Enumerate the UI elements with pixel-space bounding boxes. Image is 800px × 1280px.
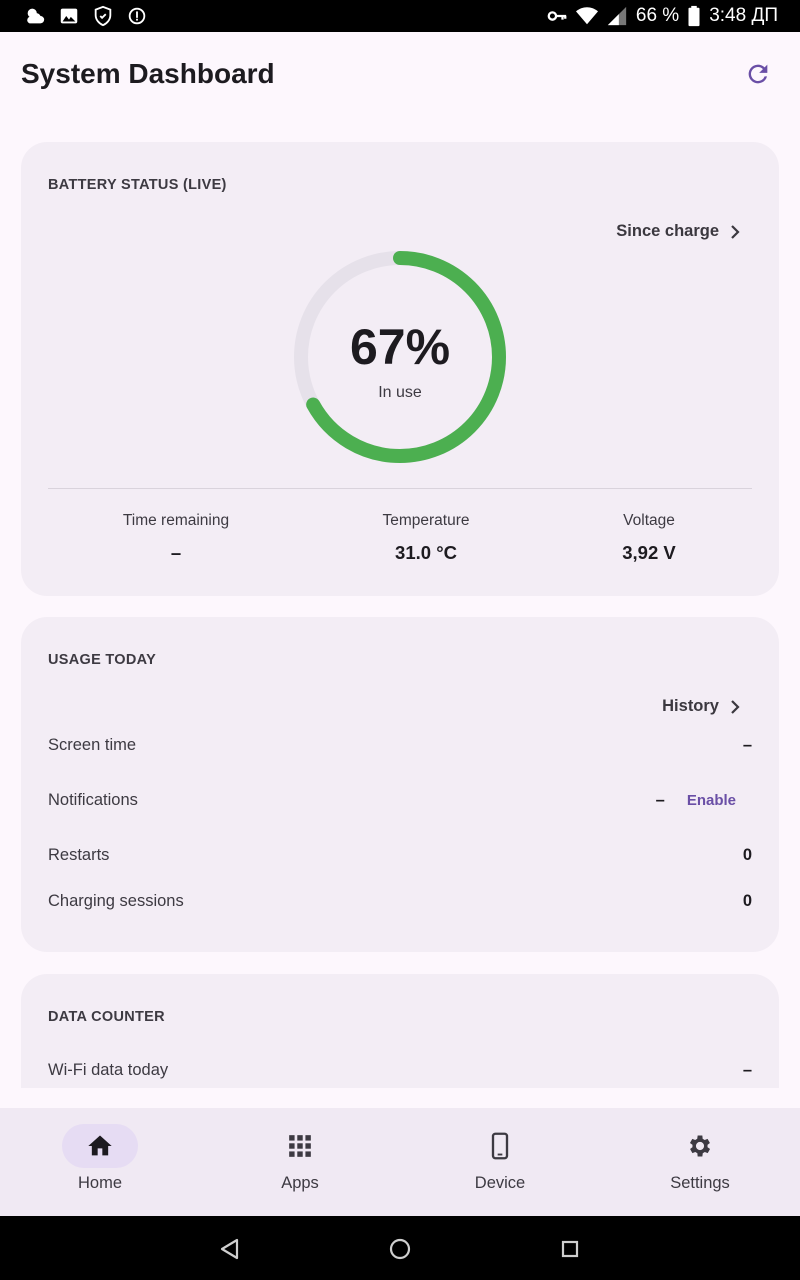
system-navigation-bar	[0, 1216, 800, 1280]
recents-button[interactable]	[555, 1234, 585, 1264]
app-bar: System Dashboard	[0, 32, 800, 116]
usage-today-card: USAGE TODAY History Screen time – Notifi…	[21, 617, 779, 952]
stat-voltage: Voltage 3,92 V	[539, 512, 759, 564]
gear-icon	[689, 1135, 711, 1157]
history-link[interactable]: History	[662, 697, 743, 716]
signal-icon	[606, 5, 628, 27]
row-label: Restarts	[48, 846, 110, 864]
usage-card-title: USAGE TODAY	[48, 652, 157, 668]
nav-active-indicator	[62, 1124, 138, 1168]
home-button[interactable]	[385, 1234, 415, 1264]
divider	[48, 488, 752, 489]
key-icon	[546, 5, 568, 27]
since-charge-link[interactable]: Since charge	[616, 222, 743, 241]
battery-card-title: BATTERY STATUS (LIVE)	[48, 177, 227, 193]
row-label: Screen time	[48, 736, 137, 754]
battery-status-card: BATTERY STATUS (LIVE) Since charge 67% I…	[21, 142, 779, 596]
recents-square-icon	[561, 1240, 579, 1258]
home-icon	[88, 1135, 112, 1156]
row-value: –	[742, 1061, 752, 1079]
battery-percent-label: 67%	[349, 319, 451, 375]
nav-item-device[interactable]: Device	[400, 1108, 600, 1216]
weather-icon	[24, 5, 46, 27]
row-value: –	[742, 736, 752, 754]
dashboard-content[interactable]: BATTERY STATUS (LIVE) Since charge 67% I…	[0, 116, 800, 1088]
row-value: –	[655, 791, 665, 809]
usage-row-charging-sessions: Charging sessions 0	[48, 892, 752, 911]
battery-icon	[687, 5, 701, 27]
stat-label: Voltage	[623, 512, 675, 529]
shield-icon	[92, 5, 114, 27]
usage-row-notifications: Notifications – Enable	[48, 791, 752, 810]
data-card-title: DATA COUNTER	[48, 1009, 165, 1025]
stat-value: 31.0 °C	[395, 542, 457, 563]
battery-state-label: In use	[378, 384, 422, 401]
refresh-button[interactable]	[738, 54, 778, 94]
apps-grid-icon	[289, 1135, 311, 1157]
stat-value: –	[170, 542, 182, 563]
nav-label: Apps	[281, 1174, 319, 1192]
row-value: 0	[742, 846, 752, 864]
row-label: Wi-Fi data today	[48, 1061, 169, 1079]
enable-notifications-button[interactable]: Enable	[687, 792, 736, 809]
stat-label: Temperature	[382, 512, 470, 529]
back-button[interactable]	[215, 1234, 245, 1264]
status-time: 3:48 ДП	[709, 5, 778, 26]
status-bar: 66 % 3:48 ДП	[0, 0, 800, 32]
stat-time-remaining: Time remaining –	[66, 512, 286, 564]
nav-icon-holder	[662, 1124, 738, 1168]
stat-value: 3,92 V	[622, 542, 676, 563]
wifi-icon	[575, 5, 598, 27]
chevron-right-icon	[731, 699, 740, 714]
nav-icon-holder	[262, 1124, 338, 1168]
nav-item-settings[interactable]: Settings	[600, 1108, 800, 1216]
nav-label: Settings	[670, 1174, 730, 1192]
nav-icon-holder	[462, 1124, 538, 1168]
nav-item-apps[interactable]: Apps	[200, 1108, 400, 1216]
row-label: Charging sessions	[48, 892, 184, 910]
home-circle-icon	[389, 1238, 411, 1260]
bottom-navigation: Home Apps Device Settings	[0, 1108, 800, 1216]
phone-icon	[491, 1132, 509, 1160]
row-value: 0	[742, 892, 752, 910]
since-charge-label: Since charge	[616, 222, 719, 240]
usage-row-restarts: Restarts 0	[48, 846, 752, 865]
stat-temperature: Temperature 31.0 °C	[316, 512, 536, 564]
battery-percent: 66 %	[635, 5, 680, 26]
refresh-icon	[748, 64, 768, 84]
chevron-right-icon	[731, 224, 740, 239]
image-icon	[58, 5, 80, 27]
usage-row-screen-time: Screen time –	[48, 736, 752, 755]
data-row-wifi: Wi-Fi data today –	[48, 1061, 752, 1080]
history-label: History	[662, 697, 719, 715]
battery-gauge: 67% In use	[291, 248, 509, 466]
stat-label: Time remaining	[122, 512, 230, 529]
nav-item-home[interactable]: Home	[0, 1108, 200, 1216]
nav-label: Device	[474, 1174, 526, 1192]
back-triangle-icon	[220, 1238, 239, 1260]
data-counter-card: DATA COUNTER Wi-Fi data today –	[21, 974, 779, 1088]
info-icon	[126, 5, 148, 27]
page-title: System Dashboard	[21, 58, 275, 89]
row-label: Notifications	[48, 791, 138, 809]
nav-label: Home	[77, 1174, 122, 1192]
